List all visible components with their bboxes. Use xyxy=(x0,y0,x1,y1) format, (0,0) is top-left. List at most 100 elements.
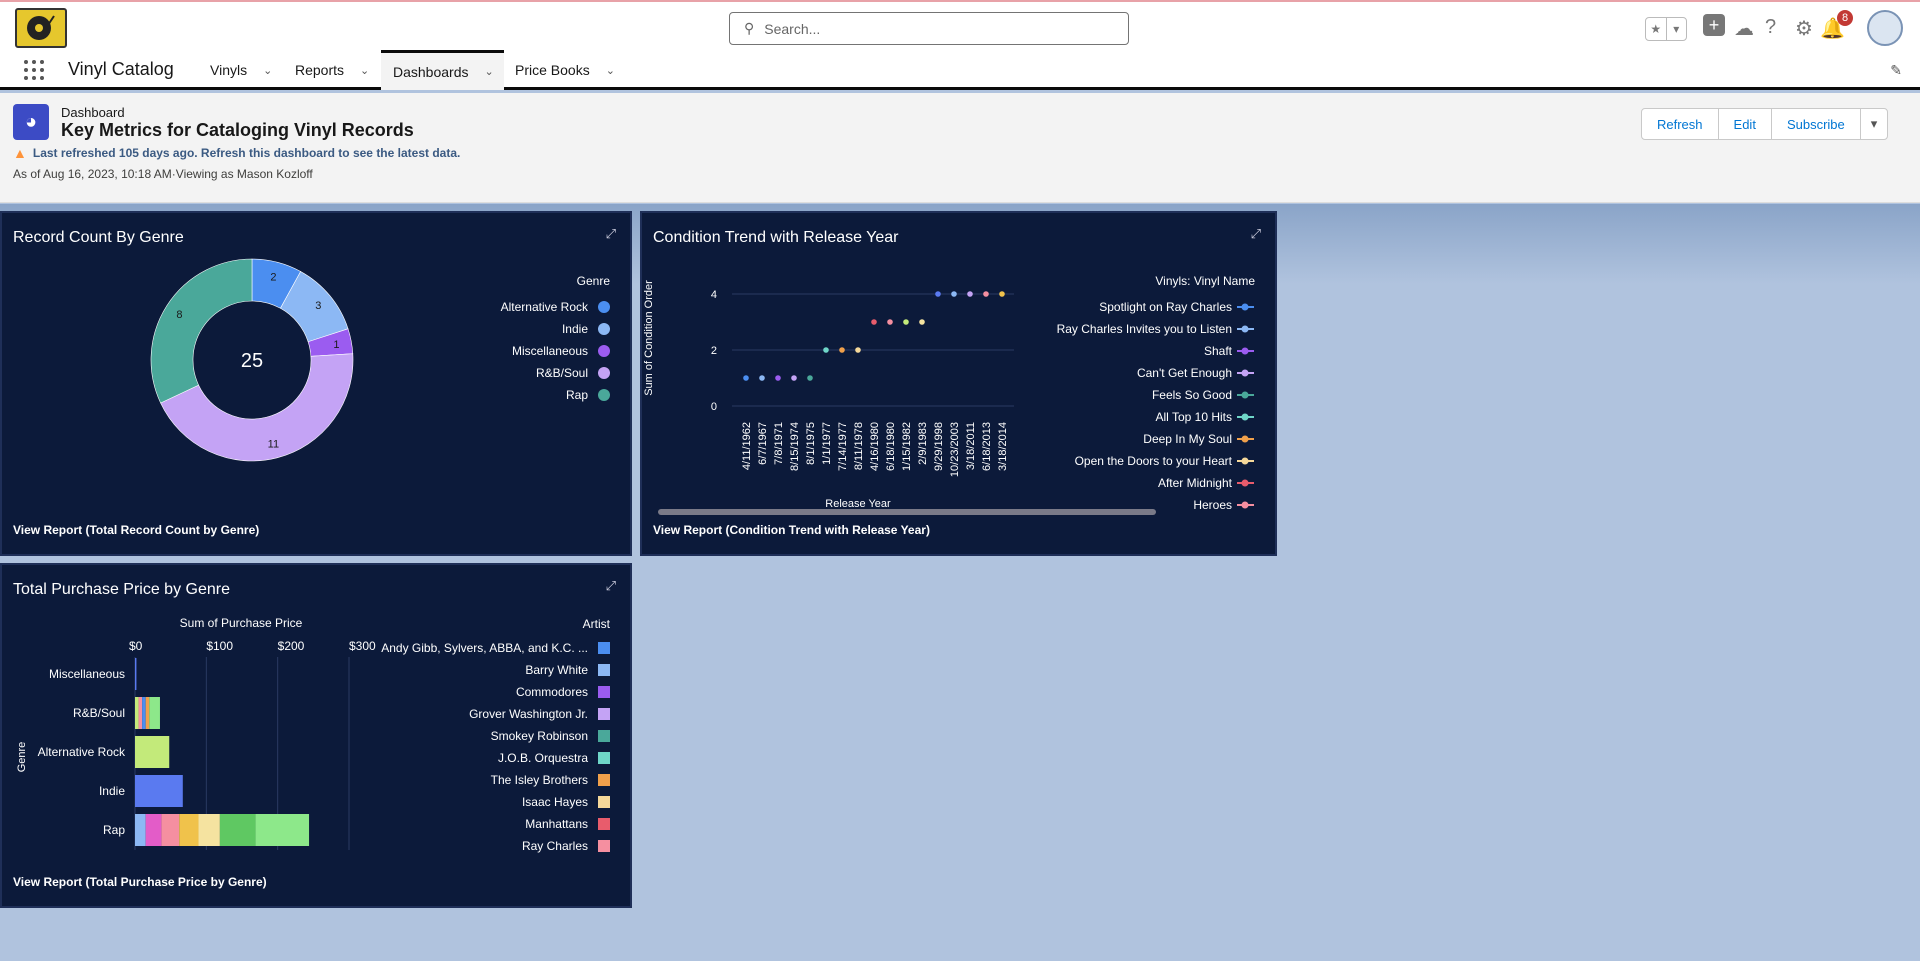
chevron-down-icon[interactable]: ⌄ xyxy=(606,64,615,77)
app-navigation: Vinyl Catalog Vinyls ⌄ Reports ⌄ Dashboa… xyxy=(0,50,1920,90)
bar-segment xyxy=(135,775,183,807)
legend-swatch xyxy=(1241,413,1249,421)
bar-segment xyxy=(135,658,137,690)
x-tick-label: 10/23/2003 xyxy=(949,422,961,477)
legend-item: Indie xyxy=(562,322,588,336)
scatter-point xyxy=(999,291,1005,297)
org-logo[interactable] xyxy=(15,8,67,48)
view-report-link[interactable]: View Report (Condition Trend with Releas… xyxy=(653,523,930,537)
trailhead-icon[interactable]: ☁ xyxy=(1734,16,1754,41)
subscribe-button[interactable]: Subscribe xyxy=(1770,108,1861,140)
page-title: Key Metrics for Cataloging Vinyl Records xyxy=(61,120,414,140)
bar-segment xyxy=(149,697,160,729)
legend-item: Ray Charles xyxy=(522,839,588,853)
bar-chart: Sum of Purchase Price $0 $100 $200 $300 Genre… xyxy=(16,616,611,853)
global-search-input[interactable]: ⚲ Search... xyxy=(729,12,1129,45)
global-actions-plus-icon[interactable]: + xyxy=(1703,14,1725,36)
legend-swatch xyxy=(598,664,610,676)
chevron-down-icon[interactable]: ▾ xyxy=(1665,18,1687,40)
gear-icon[interactable]: ⚙ xyxy=(1795,16,1813,41)
legend-item: Miscellaneous xyxy=(512,344,588,358)
edit-button[interactable]: Edit xyxy=(1717,108,1772,140)
star-icon[interactable]: ★ xyxy=(1646,18,1666,40)
legend-item: Manhattans xyxy=(525,817,588,831)
legend-item: Alternative Rock xyxy=(501,300,589,314)
expand-icon[interactable]: ⤢ xyxy=(606,226,616,242)
more-actions-button[interactable]: ▾ xyxy=(1859,108,1889,140)
favorites-button[interactable]: ★ ▾ xyxy=(1645,17,1687,41)
view-report-link[interactable]: View Report (Total Record Count by Genre… xyxy=(13,523,259,537)
donut-total: 25 xyxy=(241,350,263,372)
legend-item: Commodores xyxy=(516,685,588,699)
chart-scrollbar[interactable] xyxy=(658,509,1156,515)
legend-item: Feels So Good xyxy=(1152,388,1232,402)
bar-segment xyxy=(135,814,146,846)
legend-item: Ray Charles Invites you to Listen xyxy=(1057,322,1232,336)
legend-swatch xyxy=(598,301,610,313)
scatter-point xyxy=(951,291,957,297)
x-tick-label: 4/16/1980 xyxy=(869,422,881,471)
chart-title: Sum of Purchase Price xyxy=(180,616,303,630)
tab-price-books[interactable]: Price Books ⌄ xyxy=(503,50,627,90)
tab-vinyls[interactable]: Vinyls ⌄ xyxy=(198,50,284,90)
legend-swatch xyxy=(1241,369,1249,377)
scatter-point xyxy=(855,347,861,353)
legend-swatch xyxy=(1241,391,1249,399)
donut-slice xyxy=(150,258,253,404)
legend-swatch xyxy=(598,345,610,357)
expand-icon[interactable]: ⤢ xyxy=(1251,226,1261,242)
donut-chart: Record Count23111825GenreAlternative Roc… xyxy=(150,258,610,462)
x-tick-label: 4/11/1962 xyxy=(741,422,753,470)
scatter-point xyxy=(839,347,845,353)
view-report-link[interactable]: View Report (Total Purchase Price by Gen… xyxy=(13,875,267,889)
legend-title: Artist xyxy=(583,617,611,631)
chevron-down-icon[interactable]: ⌄ xyxy=(360,64,369,77)
expand-icon[interactable]: ⤢ xyxy=(606,578,616,594)
chevron-down-icon: ▾ xyxy=(1870,116,1878,131)
y-tick-label: Indie xyxy=(99,784,125,798)
chevron-down-icon[interactable]: ⌄ xyxy=(485,65,494,78)
legend-item: Shaft xyxy=(1204,344,1233,358)
tab-label: Price Books xyxy=(515,62,590,78)
legend-swatch xyxy=(598,774,610,786)
refresh-button[interactable]: Refresh xyxy=(1641,108,1719,140)
legend-swatch xyxy=(1241,457,1249,465)
x-tick-label: $0 xyxy=(129,639,143,653)
scatter-point xyxy=(903,319,909,325)
legend-item: Heroes xyxy=(1193,498,1232,512)
app-launcher-icon[interactable] xyxy=(24,60,44,80)
bar-segment xyxy=(161,814,180,846)
legend-item: Grover Washington Jr. xyxy=(469,707,588,721)
data-label: 8 xyxy=(176,309,182,321)
legend-item: After Midnight xyxy=(1158,476,1233,490)
legend-item: All Top 10 Hits xyxy=(1156,410,1232,424)
tab-dashboards[interactable]: Dashboards ⌄ xyxy=(381,50,504,90)
tab-reports[interactable]: Reports ⌄ xyxy=(283,50,381,90)
legend-swatch xyxy=(598,796,610,808)
chevron-down-icon[interactable]: ⌄ xyxy=(263,64,272,77)
x-tick-label: 7/14/1977 xyxy=(837,422,849,471)
legend-item: Can't Get Enough xyxy=(1137,366,1232,380)
y-tick-label: 0 xyxy=(711,401,717,413)
scatter-point xyxy=(919,319,925,325)
dashboard-header: ◕ Dashboard Key Metrics for Cataloging V… xyxy=(0,93,1920,203)
search-icon: ⚲ xyxy=(744,20,755,36)
bar-segment xyxy=(179,814,199,846)
bar-segment xyxy=(255,814,310,846)
x-tick-label: $300 xyxy=(349,639,376,653)
edit-nav-pencil-icon[interactable]: ✎ xyxy=(1890,62,1902,79)
scatter-point xyxy=(983,291,989,297)
search-placeholder: Search... xyxy=(764,20,821,37)
help-icon[interactable]: ? xyxy=(1765,16,1776,39)
scatter-point xyxy=(935,291,941,297)
legend-swatch xyxy=(598,389,610,401)
bar-segment xyxy=(135,736,170,768)
scatter-point xyxy=(823,347,829,353)
bar-segment xyxy=(145,814,162,846)
legend-item: Barry White xyxy=(525,663,588,677)
bar-segment xyxy=(142,697,146,729)
legend-swatch xyxy=(598,730,610,742)
user-avatar[interactable] xyxy=(1867,10,1903,46)
data-label: 2 xyxy=(270,272,276,284)
legend-item: The Isley Brothers xyxy=(491,773,588,787)
